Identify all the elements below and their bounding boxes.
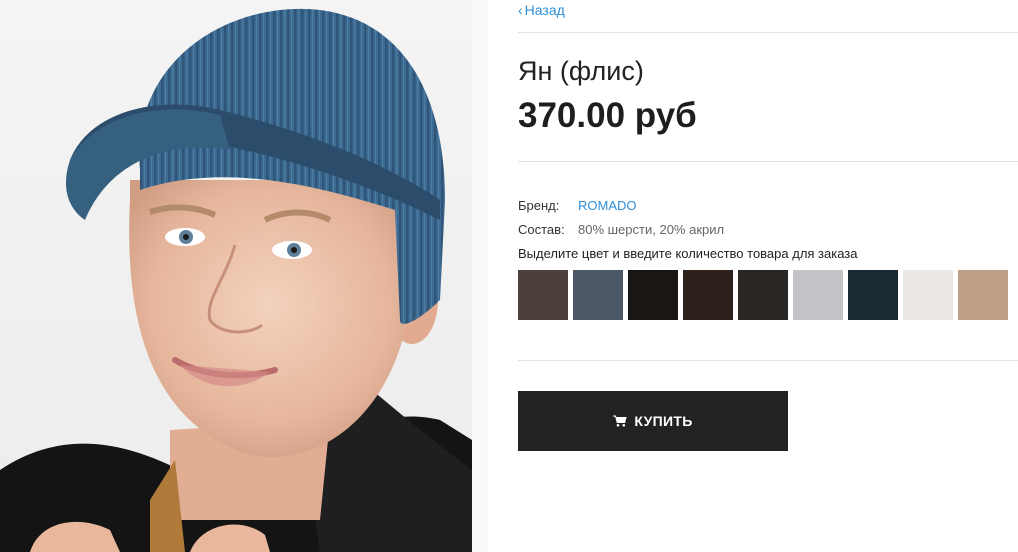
- gutter: [472, 0, 488, 552]
- divider: [518, 32, 1018, 33]
- color-swatch-dark-brown[interactable]: [683, 270, 733, 320]
- product-title: Ян (флис): [518, 56, 644, 86]
- divider: [518, 161, 1018, 162]
- color-swatches: [518, 270, 1013, 320]
- brand-row: Бренд: ROMADO: [518, 198, 637, 213]
- product-price: 370.00 руб: [518, 96, 697, 135]
- product-photo: [0, 0, 472, 552]
- color-swatch-black[interactable]: [628, 270, 678, 320]
- product-details: ‹ Назад Ян (флис) 370.00 руб Бренд: ROMADO…: [518, 0, 1018, 552]
- buy-button-label: КУПИТЬ: [634, 413, 693, 429]
- chevron-left-icon: ‹: [518, 2, 523, 18]
- composition-value: 80% шерсти, 20% акрил: [578, 222, 725, 237]
- color-swatch-charcoal[interactable]: [738, 270, 788, 320]
- color-instruction: Выделите цвет и введите количество товар…: [518, 246, 858, 261]
- divider: [518, 360, 1018, 361]
- color-swatch-dark-teal[interactable]: [848, 270, 898, 320]
- color-swatch-light-grey[interactable]: [793, 270, 843, 320]
- composition-label: Состав:: [518, 222, 565, 237]
- back-link[interactable]: ‹ Назад: [518, 2, 565, 18]
- brand-label: Бренд:: [518, 198, 560, 213]
- color-swatch-slate-blue[interactable]: [573, 270, 623, 320]
- brand-link[interactable]: ROMADO: [578, 198, 637, 213]
- model-with-knit-cap-image: [0, 8, 472, 552]
- color-swatch-off-white[interactable]: [903, 270, 953, 320]
- composition-row: Состав: 80% шерсти, 20% акрил: [518, 222, 724, 237]
- cart-icon: [613, 415, 628, 427]
- color-swatch-brown-grey[interactable]: [518, 270, 568, 320]
- back-link-label: Назад: [524, 2, 565, 18]
- color-swatch-beige[interactable]: [958, 270, 1008, 320]
- buy-button[interactable]: КУПИТЬ: [518, 391, 788, 451]
